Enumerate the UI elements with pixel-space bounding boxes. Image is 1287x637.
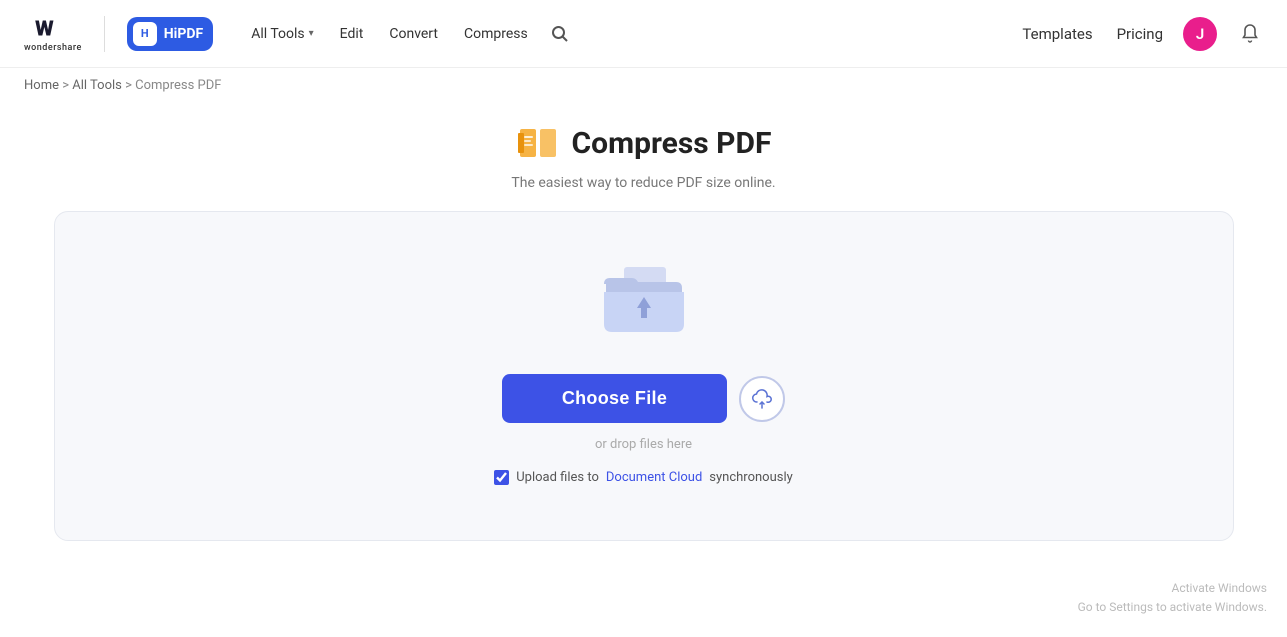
wondershare-icon: W bbox=[35, 15, 71, 43]
main-content: Compress PDF The easiest way to reduce P… bbox=[0, 103, 1287, 541]
all-tools-nav[interactable]: All Tools ▾ bbox=[241, 20, 323, 48]
hipdf-icon: H bbox=[133, 22, 157, 46]
drop-text: or drop files here bbox=[595, 437, 692, 452]
breadcrumb: Home > All Tools > Compress PDF bbox=[0, 68, 1287, 103]
breadcrumb-sep2: > bbox=[125, 78, 135, 93]
document-cloud-checkbox[interactable] bbox=[494, 470, 509, 485]
wondershare-logo[interactable]: W wondershare bbox=[24, 15, 82, 53]
header-right: Templates Pricing J bbox=[1022, 17, 1263, 51]
cloud-upload-button[interactable] bbox=[739, 376, 785, 422]
compress-label: Compress bbox=[464, 26, 528, 42]
folder-upload-icon bbox=[594, 252, 694, 342]
folder-icon-wrap bbox=[594, 252, 694, 346]
windows-line2: Go to Settings to activate Windows. bbox=[1078, 598, 1267, 617]
chevron-down-icon: ▾ bbox=[309, 28, 314, 39]
compress-pdf-icon bbox=[516, 121, 560, 165]
windows-watermark: Activate Windows Go to Settings to activ… bbox=[1078, 579, 1267, 617]
hipdf-label: HiPDF bbox=[164, 26, 203, 42]
windows-line1: Activate Windows bbox=[1078, 579, 1267, 598]
compress-nav[interactable]: Compress bbox=[454, 20, 538, 48]
hipdf-badge[interactable]: H HiPDF bbox=[127, 17, 213, 51]
header-right-nav: Templates Pricing bbox=[1022, 25, 1163, 43]
edit-label: Edit bbox=[340, 26, 364, 42]
document-cloud-link[interactable]: Document Cloud bbox=[606, 470, 702, 485]
edit-nav[interactable]: Edit bbox=[330, 20, 374, 48]
choose-file-button[interactable]: Choose File bbox=[502, 374, 727, 423]
page-title-row: Compress PDF bbox=[516, 121, 772, 165]
wondershare-text: wondershare bbox=[24, 43, 82, 53]
breadcrumb-all-tools[interactable]: All Tools bbox=[72, 78, 122, 93]
search-button[interactable] bbox=[544, 18, 576, 50]
breadcrumb-current: Compress PDF bbox=[135, 78, 221, 93]
cloud-upload-icon bbox=[751, 388, 773, 410]
search-icon bbox=[551, 25, 568, 42]
upload-checkbox-row: Upload files to Document Cloud synchrono… bbox=[494, 470, 793, 485]
upload-checkbox-suffix: synchronously bbox=[709, 470, 792, 485]
pricing-nav[interactable]: Pricing bbox=[1117, 25, 1163, 43]
main-nav: All Tools ▾ Edit Convert Compress bbox=[241, 18, 576, 50]
upload-checkbox-prefix: Upload files to bbox=[516, 470, 599, 485]
convert-nav[interactable]: Convert bbox=[379, 20, 448, 48]
choose-file-row: Choose File bbox=[502, 374, 785, 423]
templates-nav[interactable]: Templates bbox=[1022, 25, 1092, 43]
svg-text:W: W bbox=[35, 16, 54, 41]
logo-area: W wondershare H HiPDF bbox=[24, 15, 213, 53]
header: W wondershare H HiPDF All Tools ▾ Edit C… bbox=[0, 0, 1287, 68]
breadcrumb-home[interactable]: Home bbox=[24, 78, 59, 93]
avatar[interactable]: J bbox=[1183, 17, 1217, 51]
upload-area: Choose File or drop files here Upload fi… bbox=[54, 211, 1234, 541]
breadcrumb-sep1: > bbox=[62, 78, 72, 93]
page-title: Compress PDF bbox=[572, 126, 772, 161]
logo-divider bbox=[104, 16, 105, 52]
all-tools-label: All Tools bbox=[251, 26, 304, 42]
convert-label: Convert bbox=[389, 26, 438, 42]
page-subtitle: The easiest way to reduce PDF size onlin… bbox=[511, 175, 775, 191]
notification-bell-icon[interactable] bbox=[1237, 21, 1263, 47]
